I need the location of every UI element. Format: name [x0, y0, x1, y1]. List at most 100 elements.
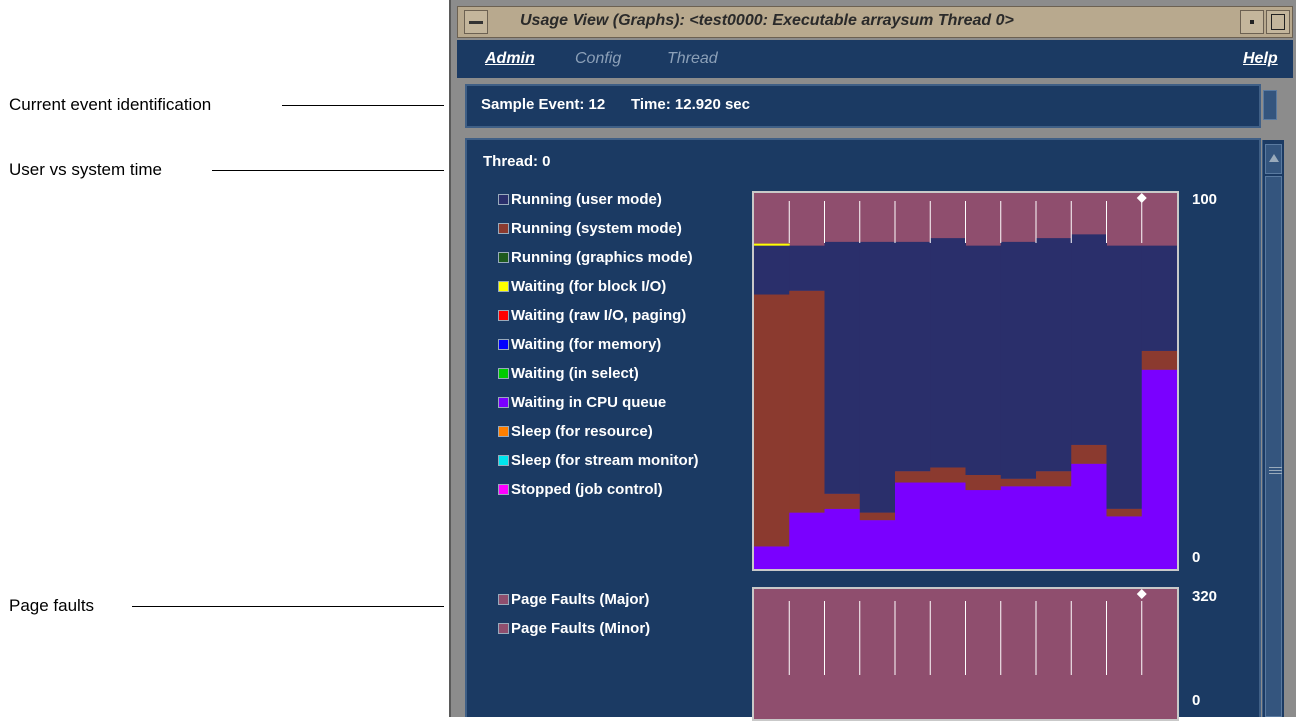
bar-segment-waiting-in-cpu-queue-9	[1036, 486, 1072, 569]
graphs-panel: Thread: 0 Running (user mode) Running (s…	[465, 138, 1261, 721]
menu-help[interactable]: Help	[1243, 50, 1278, 68]
legend-swatch	[498, 455, 509, 466]
legend-swatch	[498, 484, 509, 495]
legend-swatch	[498, 594, 509, 605]
fault-bar-3	[824, 589, 861, 719]
minimize-button[interactable]	[1240, 10, 1264, 34]
bar-segment-waiting-in-cpu-queue-2	[789, 512, 825, 569]
scroll-thumb[interactable]	[1265, 176, 1282, 717]
current-sample-marker	[1136, 193, 1147, 203]
fault-bar-5	[895, 589, 931, 719]
menu-bar: Admin Config Thread Help	[457, 40, 1293, 78]
scroll-grip	[1269, 473, 1282, 474]
thread-state-graph[interactable]	[752, 191, 1179, 571]
window-title: Usage View (Graphs): <test0000: Executab…	[520, 12, 1014, 29]
bar-segment-running-user-mode--1	[754, 245, 790, 295]
bar-segment-waiting-in-cpu-queue-4	[859, 520, 896, 569]
fault-bar-6	[930, 589, 966, 719]
callout-page-faults-line	[132, 606, 444, 607]
menu-config[interactable]: Config	[575, 50, 621, 68]
bar-segment-running-user-mode--5	[895, 241, 931, 472]
fault-bar-8	[1000, 589, 1037, 719]
legend-swatch	[498, 223, 509, 234]
scroll-grip	[1269, 467, 1282, 468]
bar-segment-running-user-mode--11	[1106, 245, 1143, 509]
callout-page-faults: Page faults	[9, 596, 95, 615]
time-label: Time: 12.920 sec	[631, 96, 750, 113]
bar-segment-waiting-in-cpu-queue-8	[1000, 486, 1037, 569]
bar-segment-running-user-mode--2	[789, 245, 825, 291]
y-axis-max-label: 100	[1192, 191, 1218, 208]
status-panel: Sample Event: 12 Time: 12.920 sec	[465, 84, 1277, 128]
menu-admin[interactable]: Admin	[485, 50, 535, 68]
bar-segment-running-system-mode--5	[895, 471, 931, 483]
arrow-up-icon	[1269, 154, 1279, 162]
callout-current-event: Current event identification	[9, 95, 212, 114]
status-scroll-up[interactable]	[1263, 90, 1277, 120]
scroll-up-arrow[interactable]	[1265, 144, 1282, 174]
bar-segment-waiting-in-cpu-queue-1	[754, 546, 790, 569]
faults-y-axis-max-label: 320	[1192, 588, 1218, 605]
page-faults-graph[interactable]	[752, 587, 1179, 721]
fault-bar-4	[859, 589, 896, 719]
fault-bar-10	[1071, 589, 1107, 719]
fault-bar-7	[965, 589, 1002, 719]
minimize-icon	[1250, 20, 1254, 25]
bar-segment-waiting-in-cpu-queue-5	[895, 482, 931, 569]
legend-swatch	[498, 426, 509, 437]
page-faults-svg	[754, 589, 1177, 719]
bar-segment-running-user-mode--4	[859, 241, 896, 513]
bar-segment-running-user-mode--8	[1000, 241, 1037, 479]
vertical-scrollbar[interactable]	[1262, 140, 1284, 717]
bar-segment-running-system-mode--1	[754, 294, 790, 547]
bar-segment-running-system-mode--12	[1141, 350, 1177, 370]
thread-label: Thread: 0	[483, 153, 551, 170]
bar-segment-running-user-mode--12	[1141, 245, 1177, 351]
bar-segment-running-system-mode--8	[1000, 478, 1037, 487]
fault-bar-1	[754, 589, 790, 719]
y-axis-min-label: 0	[1192, 549, 1201, 566]
bar-segment-running-user-mode--10	[1071, 234, 1107, 445]
title-bar[interactable]: Usage View (Graphs): <test0000: Executab…	[457, 6, 1293, 38]
legend-swatch	[498, 194, 509, 205]
bar-segment-waiting-in-cpu-queue-11	[1106, 516, 1143, 569]
fault-bar-11	[1106, 589, 1143, 719]
window-menu-button[interactable]	[464, 10, 488, 34]
maximize-button[interactable]	[1266, 10, 1290, 34]
fault-bar-2	[789, 589, 825, 719]
bar-segment-running-system-mode--10	[1071, 444, 1107, 464]
fault-bar-9	[1036, 589, 1072, 719]
bar-segment-waiting-in-cpu-queue-12	[1141, 369, 1177, 569]
callout-user-system-line	[212, 170, 444, 171]
bar-segment-running-user-mode--6	[930, 238, 966, 468]
bar-segment-running-system-mode--7	[965, 475, 1002, 491]
bar-segment-running-user-mode--9	[1036, 238, 1072, 472]
fault-bar-12	[1141, 589, 1177, 719]
callout-current-event-line	[282, 105, 444, 106]
menu-thread[interactable]: Thread	[667, 50, 718, 68]
bar-segment-waiting-in-cpu-queue-6	[930, 482, 966, 569]
usage-view-window: Usage View (Graphs): <test0000: Executab…	[449, 0, 1296, 721]
legend-swatch	[498, 623, 509, 634]
callout-user-system: User vs system time	[9, 160, 163, 179]
bar-segment-running-user-mode--3	[824, 241, 861, 494]
bar-segment-running-system-mode--9	[1036, 471, 1072, 487]
thread-state-svg	[754, 193, 1177, 569]
bar-segment-running-user-mode--7	[965, 245, 1002, 475]
window-menu-icon	[469, 20, 483, 24]
bar-segment-running-system-mode--2	[789, 290, 825, 513]
bar-segment-waiting-in-cpu-queue-10	[1071, 463, 1107, 569]
legend-swatch	[498, 339, 509, 350]
legend-swatch	[498, 310, 509, 321]
legend-swatch	[498, 252, 509, 263]
scroll-grip	[1269, 470, 1282, 471]
bar-segment-running-system-mode--4	[859, 512, 896, 521]
bar-segment-running-system-mode--11	[1106, 508, 1143, 517]
faults-y-axis-min-label: 0	[1192, 692, 1201, 709]
legend-swatch	[498, 397, 509, 408]
legend-swatch	[498, 281, 509, 292]
bar-segment-waiting-in-cpu-queue-3	[824, 508, 861, 569]
sample-event-label: Sample Event: 12	[481, 96, 606, 113]
legend-swatch	[498, 368, 509, 379]
bar-segment-waiting-in-cpu-queue-7	[965, 490, 1002, 569]
